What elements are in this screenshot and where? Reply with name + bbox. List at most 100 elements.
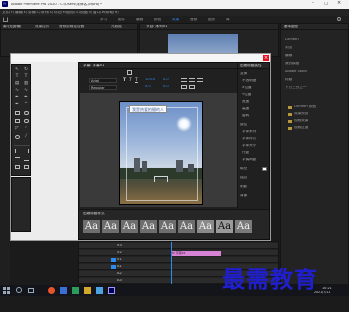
workspace-libraries[interactable]: 库 [226, 18, 230, 22]
center-icon[interactable] [24, 165, 29, 169]
rectangle-tool-icon[interactable] [15, 111, 20, 115]
property-label[interactable]: 背景 [240, 194, 247, 198]
track-label[interactable]: A2 [117, 272, 122, 276]
wedge-tool-icon[interactable]: ◸ [14, 126, 20, 131]
align-center-icon[interactable] [189, 78, 195, 82]
menu-window[interactable]: 窗口(W) [93, 11, 107, 15]
playhead[interactable] [171, 242, 172, 284]
minimize-button[interactable]: – [312, 2, 314, 7]
property-label[interactable]: 填充 [240, 167, 247, 171]
property-label[interactable]: 变换 [240, 72, 247, 76]
property-label[interactable]: 高度 [242, 107, 249, 111]
fill-color-swatch[interactable] [262, 167, 267, 171]
track-target-a1[interactable] [111, 265, 116, 269]
right-panel-item[interactable]: 我的模板 [285, 62, 299, 66]
track-target-v1[interactable] [111, 258, 116, 262]
right-panel-item[interactable]: 视频效果 [294, 119, 308, 123]
clipped-rect-tool-icon[interactable] [15, 119, 20, 123]
clock-date[interactable]: 2021/7/12 [314, 291, 330, 294]
leading-value[interactable]: 0.0 [145, 85, 151, 89]
add-anchor-tool-icon[interactable]: ✒ [14, 102, 20, 107]
property-label[interactable]: 宽度 [242, 100, 249, 104]
style-swatch[interactable]: Aa [235, 220, 252, 233]
maximize-button[interactable]: □ [324, 2, 328, 7]
round-rect-tool-icon[interactable] [24, 119, 29, 123]
property-label[interactable]: 不透明度 [242, 79, 256, 83]
rotate-tool-icon[interactable]: ↻ [23, 67, 29, 72]
style-swatch[interactable]: Aa [83, 220, 100, 233]
track-label[interactable]: V2 [117, 251, 122, 255]
property-label[interactable]: Y位置 [242, 93, 251, 97]
align-icon[interactable] [24, 157, 29, 161]
property-label[interactable]: 字体样式 [242, 137, 256, 141]
right-panel-item[interactable]: 视频过渡 [294, 126, 308, 130]
ellipse-tool-icon[interactable] [15, 135, 20, 139]
path-type-tool-icon[interactable]: ∿ [14, 88, 20, 93]
style-swatch[interactable]: Aa [216, 220, 233, 233]
tab-program[interactable]: 节目: 序列01 [146, 25, 167, 29]
track-label[interactable]: V1 [117, 258, 122, 262]
workspace-assembly[interactable]: 组件 [118, 18, 125, 22]
style-swatch[interactable]: Aa [102, 220, 119, 233]
style-swatch[interactable]: Aa [140, 220, 157, 233]
property-label[interactable]: X位置 [242, 86, 252, 90]
title-clip[interactable]: fx 字幕01 [171, 251, 221, 256]
vertical-type-tool-icon[interactable]: T [23, 74, 29, 79]
font-size-value[interactable]: 100.0 [145, 78, 155, 82]
menu-marker[interactable]: 标记(M) [54, 11, 67, 15]
menu-edit[interactable]: 编辑(E) [15, 11, 27, 15]
right-panel-item[interactable]: Lumetri 颜色 [294, 105, 316, 109]
app-taskbar-icon[interactable] [72, 287, 79, 294]
menu-graphics[interactable]: 图形(G) [67, 11, 80, 15]
tab-effect-controls[interactable]: 效果控件 [35, 25, 49, 29]
align-icon[interactable] [15, 157, 20, 161]
italic-icon[interactable]: T [129, 78, 132, 83]
pen-tool-icon[interactable]: ✒ [14, 95, 20, 100]
vertical-area-type-icon[interactable]: ▥ [23, 81, 29, 86]
underline-icon[interactable]: T [135, 78, 138, 83]
tracking-value[interactable]: 0.0 [163, 85, 169, 89]
track-label[interactable]: A1 [117, 265, 122, 269]
workspace-audio[interactable]: 音频 [190, 18, 197, 22]
rounded-rect-tool-icon[interactable] [24, 111, 29, 115]
style-swatch[interactable]: Aa [178, 220, 195, 233]
menu-sequence[interactable]: 序列(S) [41, 11, 53, 15]
center-icon[interactable] [15, 165, 20, 169]
workspace-effects[interactable]: 效果 [172, 18, 179, 22]
right-panel-item[interactable]: 编辑 [285, 54, 292, 58]
property-label[interactable]: 属性 [240, 123, 247, 127]
menu-clip[interactable]: 剪辑(C) [28, 11, 41, 15]
kerning-value[interactable]: 0.0 [163, 78, 169, 82]
font-family-dropdown[interactable]: Arial [89, 78, 117, 83]
vertical-path-type-icon[interactable]: ∿ [23, 88, 29, 93]
tab-metadata[interactable]: 元数据 [111, 25, 122, 29]
font-style-dropdown[interactable]: Regular [89, 85, 117, 90]
property-label[interactable]: 字体大小 [242, 144, 256, 148]
right-panel-item[interactable]: 效果预设 [294, 112, 308, 116]
align-left-icon[interactable] [181, 78, 187, 82]
show-background-video-icon[interactable] [189, 85, 195, 89]
right-panel-item[interactable]: 下方三分之一 [285, 86, 307, 90]
convert-anchor-tool-icon[interactable]: ^ [23, 102, 29, 107]
tab-stops-icon[interactable] [181, 85, 187, 89]
line-tool-icon[interactable]: / [23, 134, 29, 139]
property-label[interactable]: 字体系列 [242, 130, 256, 134]
property-label[interactable]: 描边 [240, 176, 247, 180]
premiere-taskbar-icon[interactable] [108, 287, 115, 294]
clock-time[interactable]: 10:21 [322, 287, 332, 290]
right-panel-item[interactable]: Lumetri [285, 38, 299, 42]
right-panel-item[interactable]: Adobe Stock [285, 70, 307, 74]
title-text-box[interactable]: 我是热爱拍摄的人 [129, 105, 167, 113]
new-title-icon[interactable] [127, 70, 132, 75]
workspace-graphics[interactable]: 图形 [208, 18, 215, 22]
selection-tool-icon[interactable]: ↖ [14, 67, 20, 72]
tab-audio-mixer[interactable]: 音频剪辑混合器 [59, 25, 84, 29]
property-label[interactable]: 字偶间距 [242, 158, 256, 162]
search-taskbar-icon[interactable] [16, 287, 22, 293]
app-taskbar-icon[interactable] [84, 287, 91, 294]
menu-help[interactable]: 帮助(H) [106, 11, 119, 15]
track-label[interactable]: A3 [117, 279, 122, 283]
property-label[interactable]: 阴影 [240, 185, 247, 189]
arc-tool-icon[interactable]: ◜ [23, 126, 29, 131]
tab-essential-graphics[interactable]: 基本图形 [284, 25, 298, 29]
